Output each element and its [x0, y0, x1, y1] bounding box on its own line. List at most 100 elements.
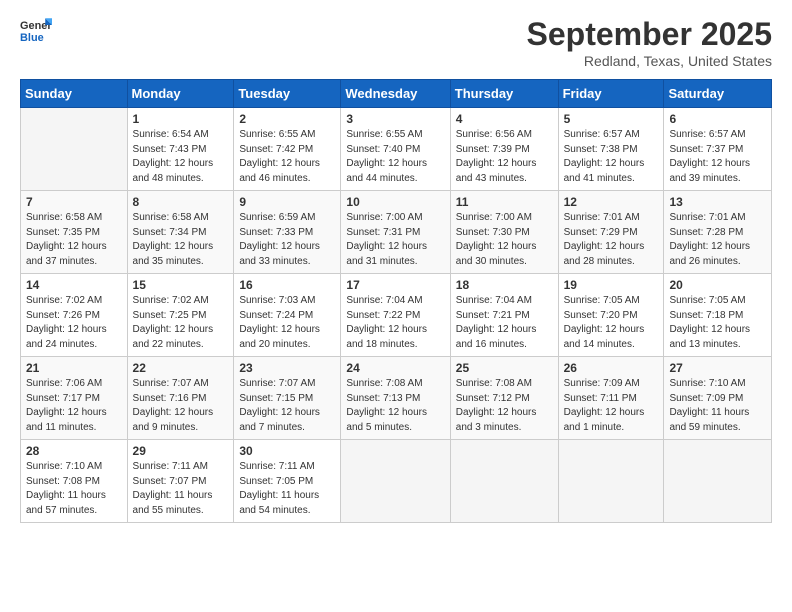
calendar-cell: 9 Sunrise: 6:59 AMSunset: 7:33 PMDaylight…	[234, 191, 341, 274]
calendar-cell: 22 Sunrise: 7:07 AMSunset: 7:16 PMDayligh…	[127, 357, 234, 440]
day-info: Sunrise: 7:00 AMSunset: 7:30 PMDaylight:…	[456, 211, 553, 269]
calendar-cell	[450, 440, 558, 523]
logo: General Blue	[20, 16, 52, 44]
weekday-header-wednesday: Wednesday	[341, 80, 450, 108]
day-info: Sunrise: 6:58 AMSunset: 7:34 PMDaylight:…	[133, 211, 229, 269]
day-number: 5	[564, 112, 659, 126]
day-info: Sunrise: 7:02 AMSunset: 7:25 PMDaylight:…	[133, 294, 229, 352]
day-info: Sunrise: 7:03 AMSunset: 7:24 PMDaylight:…	[239, 294, 335, 352]
calendar-cell: 19 Sunrise: 7:05 AMSunset: 7:20 PMDayligh…	[558, 274, 664, 357]
week-row-5: 28 Sunrise: 7:10 AMSunset: 7:08 PMDayligh…	[21, 440, 772, 523]
calendar-cell: 4 Sunrise: 6:56 AMSunset: 7:39 PMDaylight…	[450, 108, 558, 191]
calendar-cell: 23 Sunrise: 7:07 AMSunset: 7:15 PMDayligh…	[234, 357, 341, 440]
calendar-cell	[21, 108, 128, 191]
day-number: 7	[26, 195, 122, 209]
calendar-cell: 21 Sunrise: 7:06 AMSunset: 7:17 PMDayligh…	[21, 357, 128, 440]
calendar-cell: 11 Sunrise: 7:00 AMSunset: 7:30 PMDayligh…	[450, 191, 558, 274]
day-number: 9	[239, 195, 335, 209]
day-number: 23	[239, 361, 335, 375]
calendar-cell: 29 Sunrise: 7:11 AMSunset: 7:07 PMDayligh…	[127, 440, 234, 523]
calendar-cell: 28 Sunrise: 7:10 AMSunset: 7:08 PMDayligh…	[21, 440, 128, 523]
day-info: Sunrise: 7:05 AMSunset: 7:18 PMDaylight:…	[669, 294, 766, 352]
calendar-cell: 27 Sunrise: 7:10 AMSunset: 7:09 PMDayligh…	[664, 357, 772, 440]
day-info: Sunrise: 6:57 AMSunset: 7:37 PMDaylight:…	[669, 128, 766, 186]
day-info: Sunrise: 6:58 AMSunset: 7:35 PMDaylight:…	[26, 211, 122, 269]
day-info: Sunrise: 7:00 AMSunset: 7:31 PMDaylight:…	[346, 211, 444, 269]
day-number: 27	[669, 361, 766, 375]
svg-text:Blue: Blue	[20, 32, 44, 44]
day-number: 22	[133, 361, 229, 375]
day-info: Sunrise: 7:09 AMSunset: 7:11 PMDaylight:…	[564, 377, 659, 435]
day-number: 4	[456, 112, 553, 126]
calendar-cell: 10 Sunrise: 7:00 AMSunset: 7:31 PMDayligh…	[341, 191, 450, 274]
day-number: 16	[239, 278, 335, 292]
day-info: Sunrise: 6:57 AMSunset: 7:38 PMDaylight:…	[564, 128, 659, 186]
day-number: 19	[564, 278, 659, 292]
day-info: Sunrise: 7:01 AMSunset: 7:29 PMDaylight:…	[564, 211, 659, 269]
calendar-cell: 12 Sunrise: 7:01 AMSunset: 7:29 PMDayligh…	[558, 191, 664, 274]
day-number: 14	[26, 278, 122, 292]
day-number: 28	[26, 444, 122, 458]
day-info: Sunrise: 7:06 AMSunset: 7:17 PMDaylight:…	[26, 377, 122, 435]
calendar-cell: 18 Sunrise: 7:04 AMSunset: 7:21 PMDayligh…	[450, 274, 558, 357]
page-header: General Blue September 2025 Redland, Tex…	[20, 16, 772, 69]
day-number: 29	[133, 444, 229, 458]
day-number: 21	[26, 361, 122, 375]
day-info: Sunrise: 7:07 AMSunset: 7:15 PMDaylight:…	[239, 377, 335, 435]
day-number: 12	[564, 195, 659, 209]
day-info: Sunrise: 6:59 AMSunset: 7:33 PMDaylight:…	[239, 211, 335, 269]
day-info: Sunrise: 6:56 AMSunset: 7:39 PMDaylight:…	[456, 128, 553, 186]
calendar-cell: 26 Sunrise: 7:09 AMSunset: 7:11 PMDayligh…	[558, 357, 664, 440]
day-number: 11	[456, 195, 553, 209]
calendar-cell: 3 Sunrise: 6:55 AMSunset: 7:40 PMDaylight…	[341, 108, 450, 191]
calendar-cell: 25Sunrise: 7:08 AMSunset: 7:12 PMDayligh…	[450, 357, 558, 440]
day-info: Sunrise: 7:04 AMSunset: 7:21 PMDaylight:…	[456, 294, 553, 352]
weekday-header-tuesday: Tuesday	[234, 80, 341, 108]
day-number: 3	[346, 112, 444, 126]
title-block: September 2025 Redland, Texas, United St…	[527, 16, 772, 69]
calendar-cell: 24 Sunrise: 7:08 AMSunset: 7:13 PMDayligh…	[341, 357, 450, 440]
calendar-page: General Blue September 2025 Redland, Tex…	[0, 0, 792, 612]
day-info: Sunrise: 7:10 AMSunset: 7:09 PMDaylight:…	[669, 377, 766, 435]
weekday-header-saturday: Saturday	[664, 80, 772, 108]
week-row-1: 1 Sunrise: 6:54 AMSunset: 7:43 PMDaylight…	[21, 108, 772, 191]
day-number: 18	[456, 278, 553, 292]
day-info: Sunrise: 7:07 AMSunset: 7:16 PMDaylight:…	[133, 377, 229, 435]
day-info: Sunrise: 7:11 AMSunset: 7:07 PMDaylight:…	[133, 460, 229, 518]
day-number: 30	[239, 444, 335, 458]
day-info: Sunrise: 7:01 AMSunset: 7:28 PMDaylight:…	[669, 211, 766, 269]
calendar-cell: 15 Sunrise: 7:02 AMSunset: 7:25 PMDayligh…	[127, 274, 234, 357]
day-number: 15	[133, 278, 229, 292]
day-info: Sunrise: 7:08 AMSunset: 7:13 PMDaylight:…	[346, 377, 444, 435]
calendar-table: SundayMondayTuesdayWednesdayThursdayFrid…	[20, 79, 772, 523]
weekday-header-monday: Monday	[127, 80, 234, 108]
day-info: Sunrise: 6:55 AMSunset: 7:40 PMDaylight:…	[346, 128, 444, 186]
calendar-cell: 2 Sunrise: 6:55 AMSunset: 7:42 PMDaylight…	[234, 108, 341, 191]
calendar-cell: 7 Sunrise: 6:58 AMSunset: 7:35 PMDaylight…	[21, 191, 128, 274]
day-number: 26	[564, 361, 659, 375]
day-info: Sunrise: 6:54 AMSunset: 7:43 PMDaylight:…	[133, 128, 229, 186]
day-info: Sunrise: 7:10 AMSunset: 7:08 PMDaylight:…	[26, 460, 122, 518]
week-row-3: 14Sunrise: 7:02 AMSunset: 7:26 PMDayligh…	[21, 274, 772, 357]
calendar-cell: 16 Sunrise: 7:03 AMSunset: 7:24 PMDayligh…	[234, 274, 341, 357]
day-info: Sunrise: 7:05 AMSunset: 7:20 PMDaylight:…	[564, 294, 659, 352]
day-info: Sunrise: 6:55 AMSunset: 7:42 PMDaylight:…	[239, 128, 335, 186]
day-number: 10	[346, 195, 444, 209]
calendar-cell: 13Sunrise: 7:01 AMSunset: 7:28 PMDayligh…	[664, 191, 772, 274]
day-number: 2	[239, 112, 335, 126]
calendar-cell	[664, 440, 772, 523]
calendar-cell	[341, 440, 450, 523]
day-number: 8	[133, 195, 229, 209]
day-number: 17	[346, 278, 444, 292]
weekday-header-friday: Friday	[558, 80, 664, 108]
day-number: 6	[669, 112, 766, 126]
weekday-header-sunday: Sunday	[21, 80, 128, 108]
month-title: September 2025	[527, 16, 772, 53]
calendar-cell	[558, 440, 664, 523]
calendar-cell: 14Sunrise: 7:02 AMSunset: 7:26 PMDayligh…	[21, 274, 128, 357]
day-number: 1	[133, 112, 229, 126]
day-number: 20	[669, 278, 766, 292]
location: Redland, Texas, United States	[527, 53, 772, 69]
day-number: 24	[346, 361, 444, 375]
calendar-cell: 17Sunrise: 7:04 AMSunset: 7:22 PMDayligh…	[341, 274, 450, 357]
